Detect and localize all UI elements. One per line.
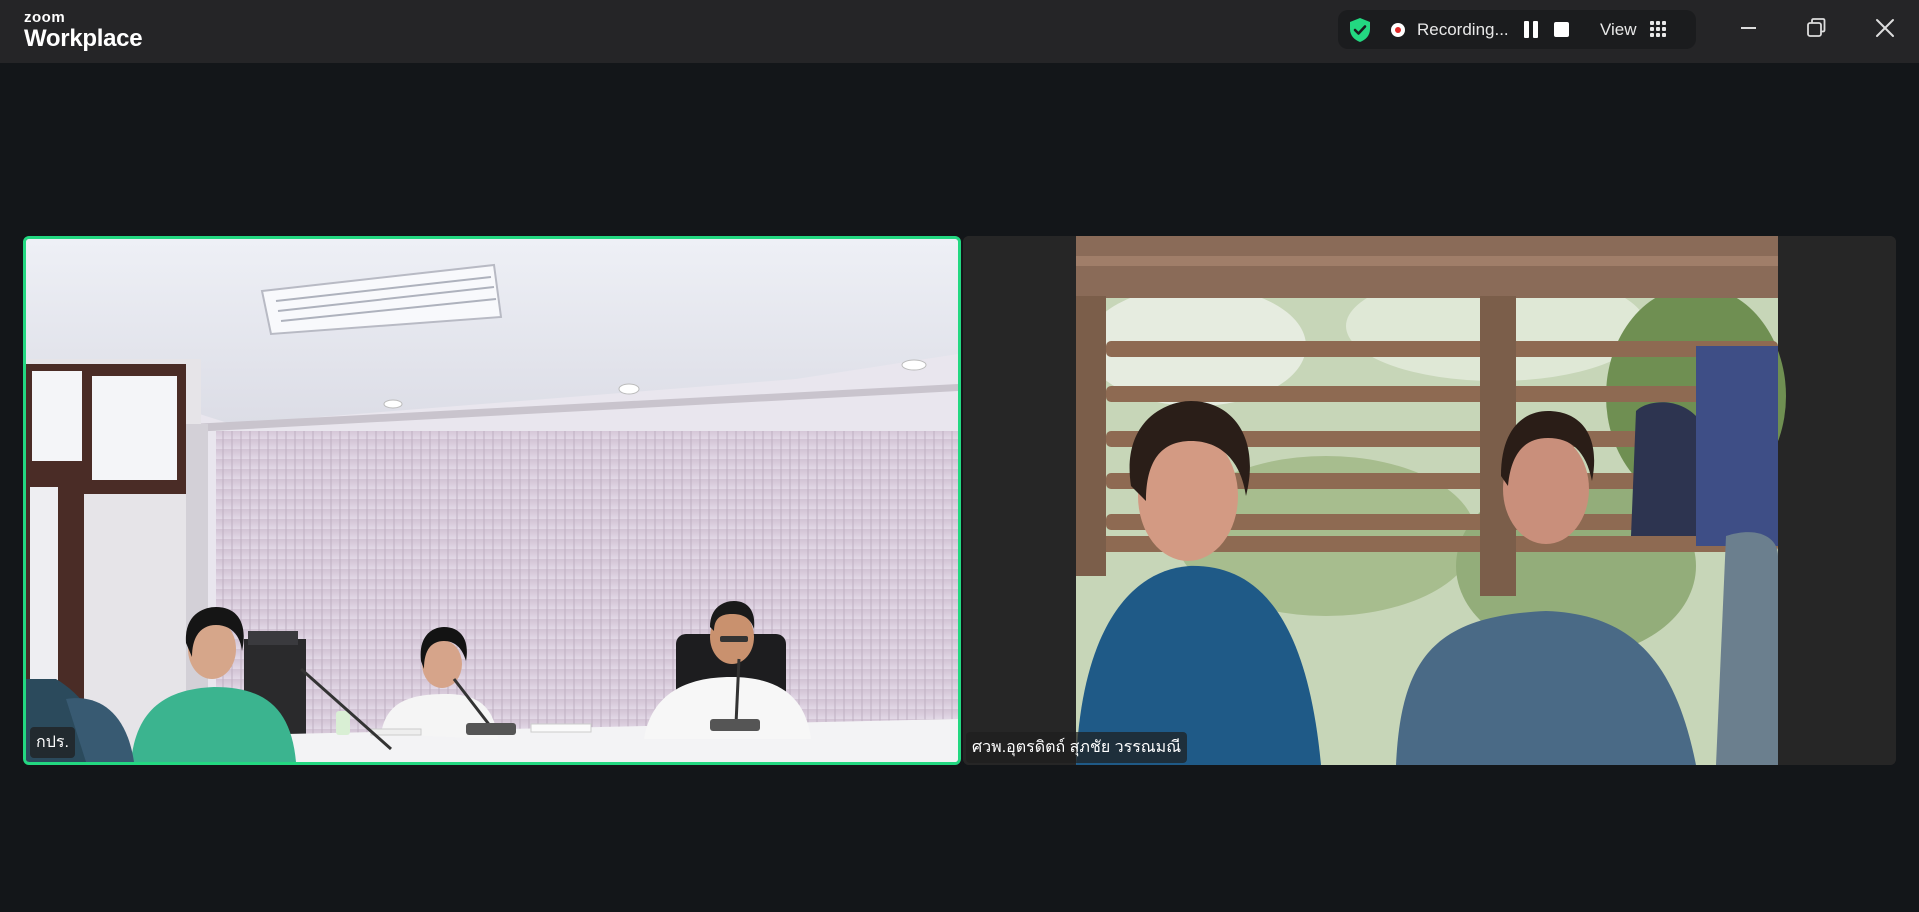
restore-icon[interactable]: [1800, 12, 1832, 44]
participant-name-tag: ศวพ.อุตรดิตถ์ สุภชัย วรรณมณี: [966, 732, 1188, 763]
stop-recording-button[interactable]: [1554, 22, 1569, 37]
logo-workplace-text: Workplace: [24, 25, 143, 52]
video-feed-meeting-room: [26, 239, 958, 762]
shield-check-icon[interactable]: [1348, 17, 1372, 43]
logo-zoom-text: zoom: [24, 9, 66, 26]
participant-name-tag: กปร.: [30, 727, 75, 758]
title-bar: zoom Workplace Recording... View: [0, 0, 1919, 63]
video-tile-active-speaker[interactable]: กปร.: [23, 236, 961, 765]
view-label: View: [1600, 20, 1637, 39]
pause-icon: [1524, 21, 1529, 38]
minimize-icon[interactable]: [1733, 12, 1765, 44]
video-feed-outdoor: [963, 236, 1896, 765]
pause-recording-button[interactable]: [1524, 21, 1538, 38]
video-tile-participant[interactable]: ศวพ.อุตรดิตถ์ สุภชัย วรรณมณี: [963, 236, 1896, 765]
zoom-workplace-logo: zoom Workplace: [24, 9, 143, 52]
close-icon[interactable]: [1869, 12, 1901, 44]
recording-bar: Recording... View: [1338, 10, 1696, 49]
record-dot-icon: [1391, 23, 1405, 37]
grid-icon: [1650, 21, 1666, 37]
recording-status: Recording...: [1417, 20, 1509, 39]
